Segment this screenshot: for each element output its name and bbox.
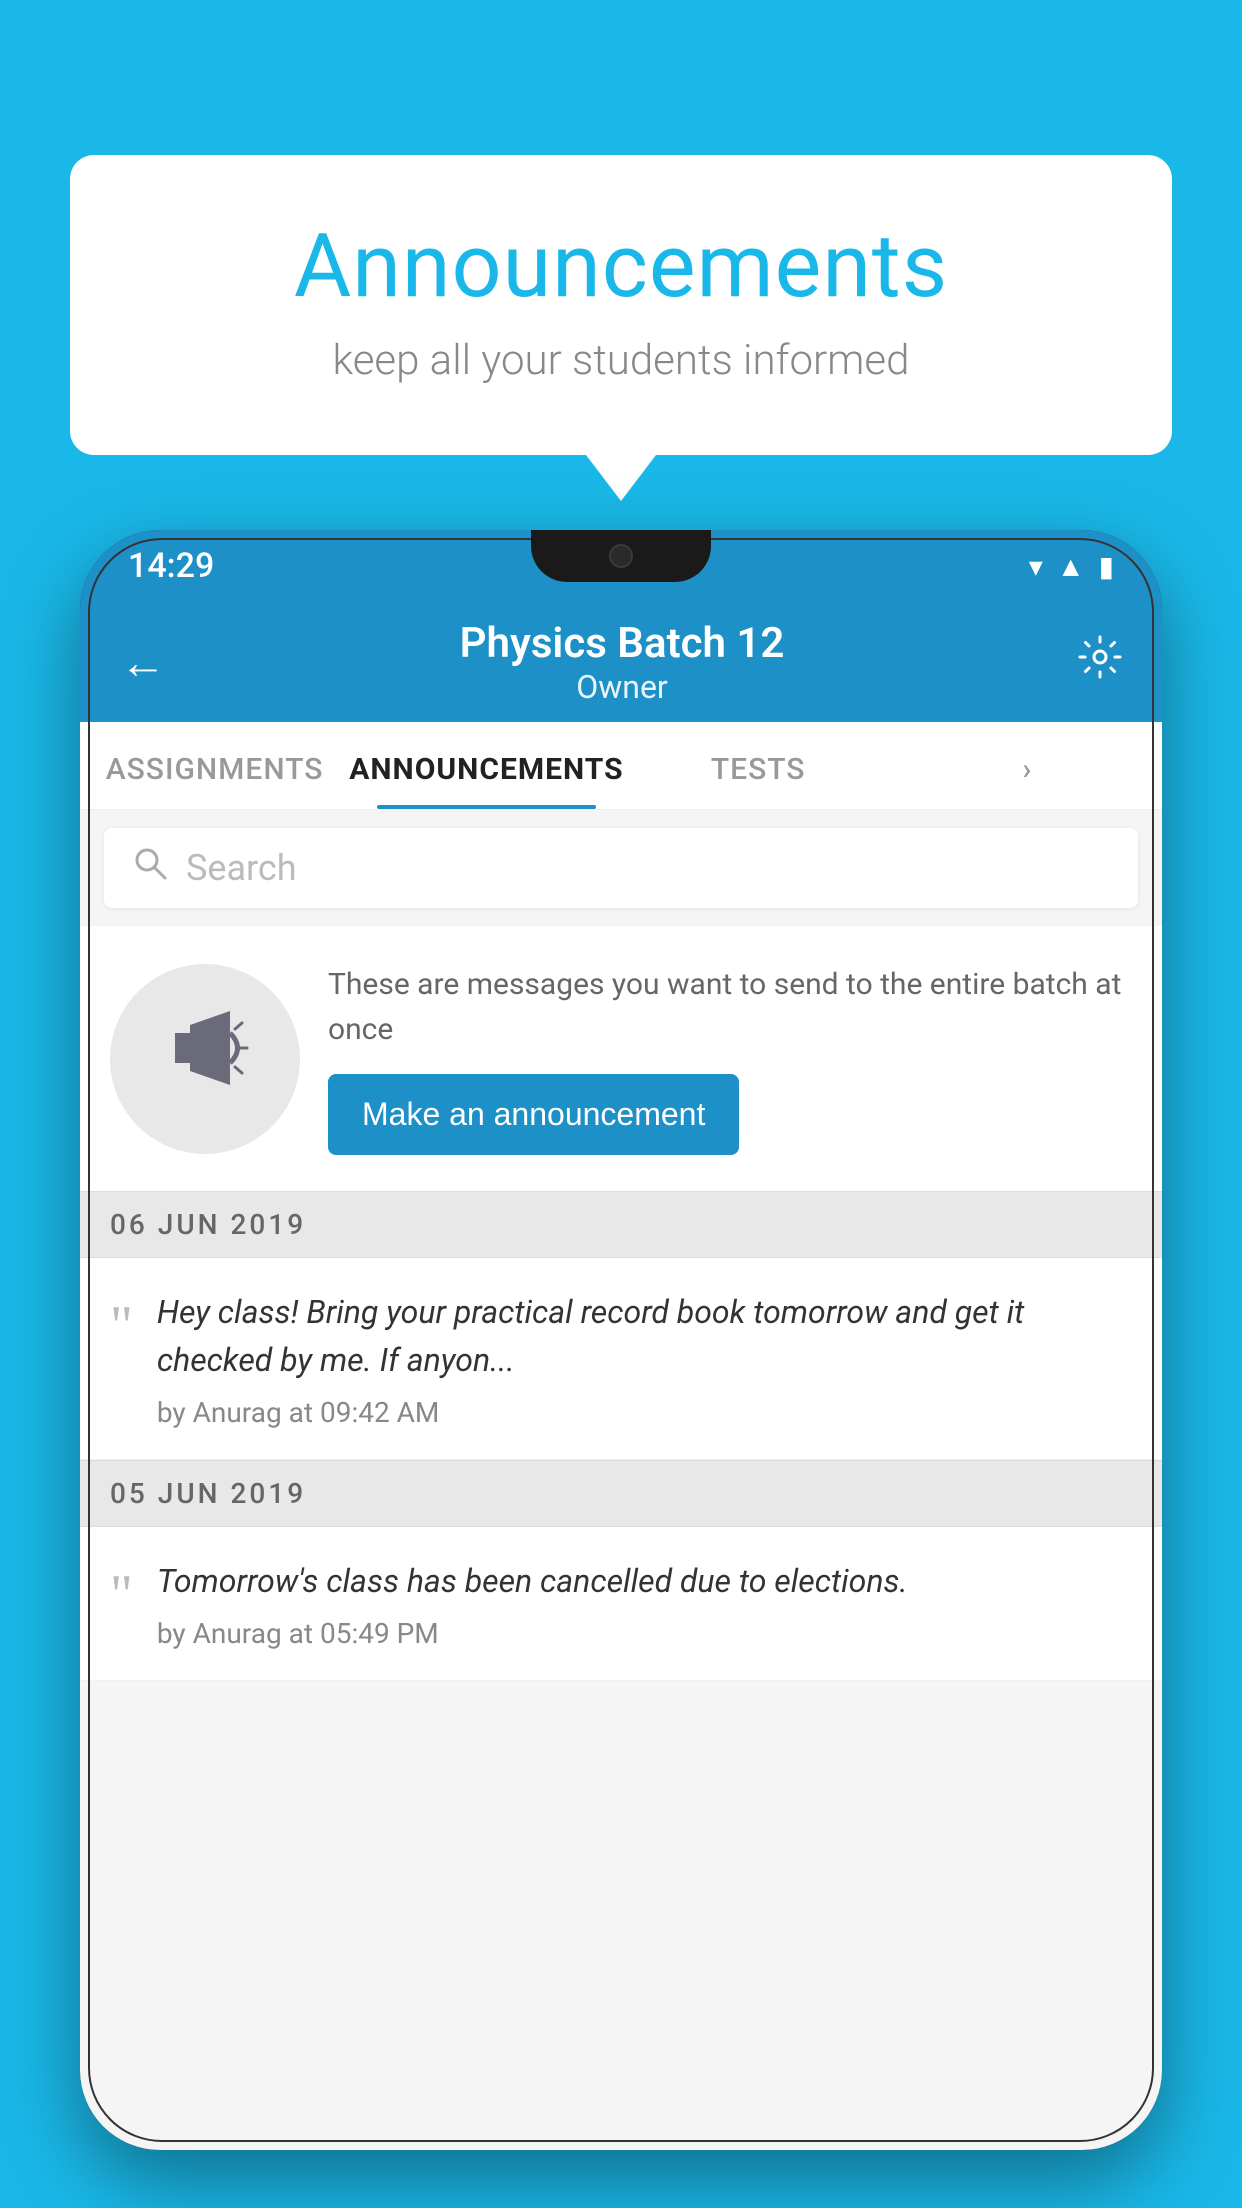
announcement-meta-2: by Anurag at 05:49 PM <box>157 1617 908 1650</box>
tabs-bar: ASSIGNMENTS ANNOUNCEMENTS TESTS › <box>80 722 1162 810</box>
tab-assignments[interactable]: ASSIGNMENTS <box>80 752 349 809</box>
settings-button[interactable] <box>1078 635 1122 690</box>
announcement-description: These are messages you want to send to t… <box>328 962 1132 1052</box>
phone-content: Search <box>80 810 1162 2150</box>
phone-frame: 14:29 ▾ ▲ ▮ ← Physics Batch 12 Owner <box>80 530 1162 2150</box>
notch <box>531 530 711 582</box>
megaphone-icon <box>160 1003 250 1115</box>
status-icons: ▾ ▲ ▮ <box>1029 550 1114 583</box>
speech-bubble: Announcements keep all your students inf… <box>70 155 1172 455</box>
date-separator-2: 05 JUN 2019 <box>80 1460 1162 1527</box>
back-button[interactable]: ← <box>120 635 166 690</box>
app-bar: ← Physics Batch 12 Owner <box>80 602 1162 722</box>
announcement-meta-1: by Anurag at 09:42 AM <box>157 1396 1132 1429</box>
tab-more[interactable]: › <box>893 752 1162 809</box>
announcement-text-1: Hey class! Bring your practical record b… <box>157 1288 1132 1384</box>
speech-bubble-section: Announcements keep all your students inf… <box>70 155 1172 455</box>
app-bar-subtitle: Owner <box>166 668 1078 706</box>
announcement-text-area-1: Hey class! Bring your practical record b… <box>157 1288 1132 1429</box>
search-bar[interactable]: Search <box>104 828 1138 908</box>
announcement-item-2[interactable]: " Tomorrow's class has been cancelled du… <box>80 1527 1162 1681</box>
make-announcement-button[interactable]: Make an announcement <box>328 1074 739 1155</box>
announcement-right: These are messages you want to send to t… <box>328 962 1132 1155</box>
announcement-item-1[interactable]: " Hey class! Bring your practical record… <box>80 1258 1162 1460</box>
wifi-icon: ▾ <box>1029 550 1043 583</box>
status-time: 14:29 <box>128 546 214 586</box>
camera <box>609 544 633 568</box>
bubble-title: Announcements <box>150 215 1092 318</box>
announcement-text-area-2: Tomorrow's class has been cancelled due … <box>157 1557 908 1650</box>
announcement-text-2: Tomorrow's class has been cancelled due … <box>157 1557 908 1605</box>
tab-tests[interactable]: TESTS <box>624 752 893 809</box>
quote-icon-1: " <box>110 1294 133 1358</box>
battery-icon: ▮ <box>1099 550 1114 583</box>
search-icon <box>132 845 168 891</box>
date-separator-1: 06 JUN 2019 <box>80 1191 1162 1258</box>
search-placeholder: Search <box>186 847 297 889</box>
app-bar-title-area: Physics Batch 12 Owner <box>166 619 1078 706</box>
bubble-subtitle: keep all your students informed <box>150 336 1092 385</box>
phone-container: 14:29 ▾ ▲ ▮ ← Physics Batch 12 Owner <box>80 530 1162 2208</box>
quote-icon-2: " <box>110 1563 133 1627</box>
megaphone-circle <box>110 964 300 1154</box>
app-bar-title: Physics Batch 12 <box>166 619 1078 668</box>
announcement-prompt: These are messages you want to send to t… <box>80 926 1162 1191</box>
signal-icon: ▲ <box>1057 550 1085 583</box>
tab-announcements[interactable]: ANNOUNCEMENTS <box>349 752 623 809</box>
